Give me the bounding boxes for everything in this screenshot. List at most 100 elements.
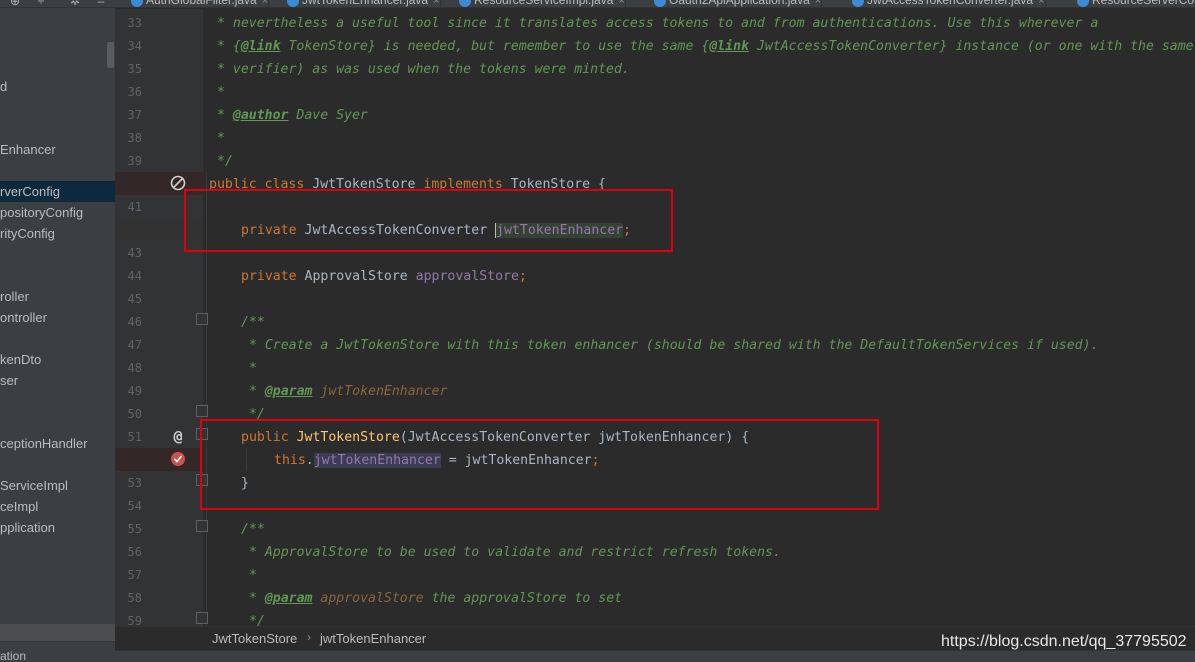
sidebar-item[interactable]: ServiceImpl xyxy=(0,475,115,496)
line-number: 35 xyxy=(127,62,142,76)
line-number: 44 xyxy=(127,269,142,283)
editor-tab-bar: AuthGlobalFilter.java × JwtTokenEnhancer.j… xyxy=(115,0,1195,8)
minimize-icon[interactable]: – xyxy=(94,0,108,8)
editor-tab[interactable]: Oauth2ApiApplication.java × xyxy=(650,0,823,7)
line-number: 43 xyxy=(127,246,142,260)
fold-marker[interactable] xyxy=(196,313,208,325)
sidebar-item[interactable]: ser xyxy=(0,370,115,391)
sidebar-selection-bar xyxy=(0,624,115,641)
fold-marker[interactable] xyxy=(196,520,208,532)
line-number: 33 xyxy=(127,16,142,30)
fold-marker[interactable] xyxy=(196,612,208,624)
code-line-46: /** xyxy=(241,315,265,330)
line-number: 50 xyxy=(127,407,142,421)
gear-icon[interactable]: ✲ xyxy=(68,0,82,8)
line-number: 45 xyxy=(127,292,142,306)
highlight-box-field xyxy=(184,189,673,252)
sidebar-item[interactable]: rityConfig xyxy=(0,223,115,244)
line-number: 48 xyxy=(127,361,142,375)
sidebar-item[interactable]: roller xyxy=(0,286,115,307)
sidebar-item[interactable]: pplication xyxy=(0,517,115,538)
breadcrumb-field[interactable]: jwtTokenEnhancer xyxy=(320,631,426,646)
line-number: 54 xyxy=(127,499,142,513)
java-class-icon xyxy=(287,0,299,7)
sidebar-item[interactable]: Enhancer xyxy=(0,139,115,160)
line-number: 51 xyxy=(127,430,142,444)
line-number: 39 xyxy=(127,154,142,168)
code-line-59: */ xyxy=(241,614,265,626)
editor-tab[interactable]: AuthGlobalFilter.java × xyxy=(127,0,270,7)
java-class-icon xyxy=(131,0,143,7)
sidebar-item[interactable]: ontroller xyxy=(0,307,115,328)
sidebar-item[interactable]: d xyxy=(0,76,115,97)
line-number: 47 xyxy=(127,338,142,352)
sidebar-toolbar: ⊕ ÷ ✲ – xyxy=(0,0,115,8)
java-class-icon xyxy=(654,0,666,7)
sidebar-item[interactable]: rverConfig xyxy=(0,181,115,202)
highlight-box-constructor xyxy=(200,419,879,510)
code-line-49: * @param jwtTokenEnhancer xyxy=(241,384,448,399)
code-line-34: * {@link TokenStore} is needed, but reme… xyxy=(217,39,1194,54)
tab-label: JwtAccessTokenConverter.java xyxy=(867,0,1034,7)
tab-label: ResourceServerConfig xyxy=(1092,0,1195,7)
sidebar-item[interactable]: positoryConfig xyxy=(0,202,115,223)
code-line-57: * xyxy=(241,568,257,583)
code-line-33: * nevertheless a useful tool since it tr… xyxy=(217,16,1099,31)
close-icon[interactable]: × xyxy=(433,0,439,7)
chevron-right-icon: › xyxy=(307,630,311,644)
watermark: https://blog.csdn.net/qq_37795502 xyxy=(941,633,1187,650)
close-icon[interactable]: × xyxy=(262,0,268,7)
tab-label: Oauth2ApiApplication.java xyxy=(669,0,810,7)
target-icon[interactable]: ⊕ xyxy=(8,0,22,8)
editor-tab[interactable]: ResourceServerConfig xyxy=(1073,0,1195,7)
close-icon[interactable]: × xyxy=(618,0,624,7)
sidebar-footer-label: ation xyxy=(0,649,27,662)
override-at-icon[interactable]: @ xyxy=(169,427,187,445)
line-number: 53 xyxy=(127,476,142,490)
java-class-icon xyxy=(1077,0,1089,7)
project-sidebar: ⊕ ÷ ✲ – d Enhancer rverConfig positoryConfi… xyxy=(0,0,115,662)
sidebar-item[interactable]: ceImpl xyxy=(0,496,115,517)
code-line-48: * xyxy=(241,361,257,376)
close-icon[interactable]: × xyxy=(815,0,821,7)
sidebar-item[interactable]: ceptionHandler xyxy=(0,433,115,454)
code-line-56: * ApprovalStore to be used to validate a… xyxy=(241,545,781,560)
line-number: 58 xyxy=(127,591,142,605)
fold-marker[interactable] xyxy=(196,405,208,417)
editor-tab[interactable]: JwtAccessTokenConverter.java × xyxy=(848,0,1046,7)
code-line-35: * verifier) as was used when the tokens … xyxy=(217,62,630,77)
editor-tab[interactable]: ResourceServiceImpl.java × xyxy=(455,0,626,7)
sidebar-scrollbar[interactable] xyxy=(107,42,114,68)
line-number: 55 xyxy=(127,522,142,536)
line-number: 41 xyxy=(127,200,142,214)
code-line-36: * xyxy=(217,85,225,100)
collapse-icon[interactable]: ÷ xyxy=(34,0,48,8)
line-number: 38 xyxy=(127,131,142,145)
line-number: 34 xyxy=(127,39,142,53)
line-number: 57 xyxy=(127,568,142,582)
code-line-47: * Create a JwtTokenStore with this token… xyxy=(241,338,1099,353)
code-line-58: * @param approvalStore the approvalStore… xyxy=(241,591,623,606)
code-line-55: /** xyxy=(241,522,265,537)
close-icon[interactable]: × xyxy=(1038,0,1044,7)
breakpoint-icon[interactable] xyxy=(169,450,187,468)
line-number: 46 xyxy=(127,315,142,329)
status-bar xyxy=(115,650,1195,662)
sidebar-footer[interactable]: ation xyxy=(0,641,115,662)
java-class-icon xyxy=(459,0,471,7)
sidebar-item[interactable]: kenDto xyxy=(0,349,115,370)
editor-tab[interactable]: JwtTokenEnhancer.java × xyxy=(283,0,441,7)
code-line-38: * xyxy=(217,131,225,146)
tab-label: AuthGlobalFilter.java xyxy=(146,0,257,7)
line-number: 37 xyxy=(127,108,142,122)
code-line-44: private ApprovalStore approvalStore; xyxy=(241,269,527,284)
tab-label: ResourceServiceImpl.java xyxy=(474,0,614,7)
code-line-37: * @author Dave Syer xyxy=(217,108,368,123)
tab-label: JwtTokenEnhancer.java xyxy=(302,0,429,7)
code-line-39: */ xyxy=(217,154,233,169)
line-number: 49 xyxy=(127,384,142,398)
java-class-icon xyxy=(852,0,864,7)
code-editor[interactable] xyxy=(203,9,1195,626)
line-number: 56 xyxy=(127,545,142,559)
breadcrumb-class[interactable]: JwtTokenStore xyxy=(212,631,297,646)
